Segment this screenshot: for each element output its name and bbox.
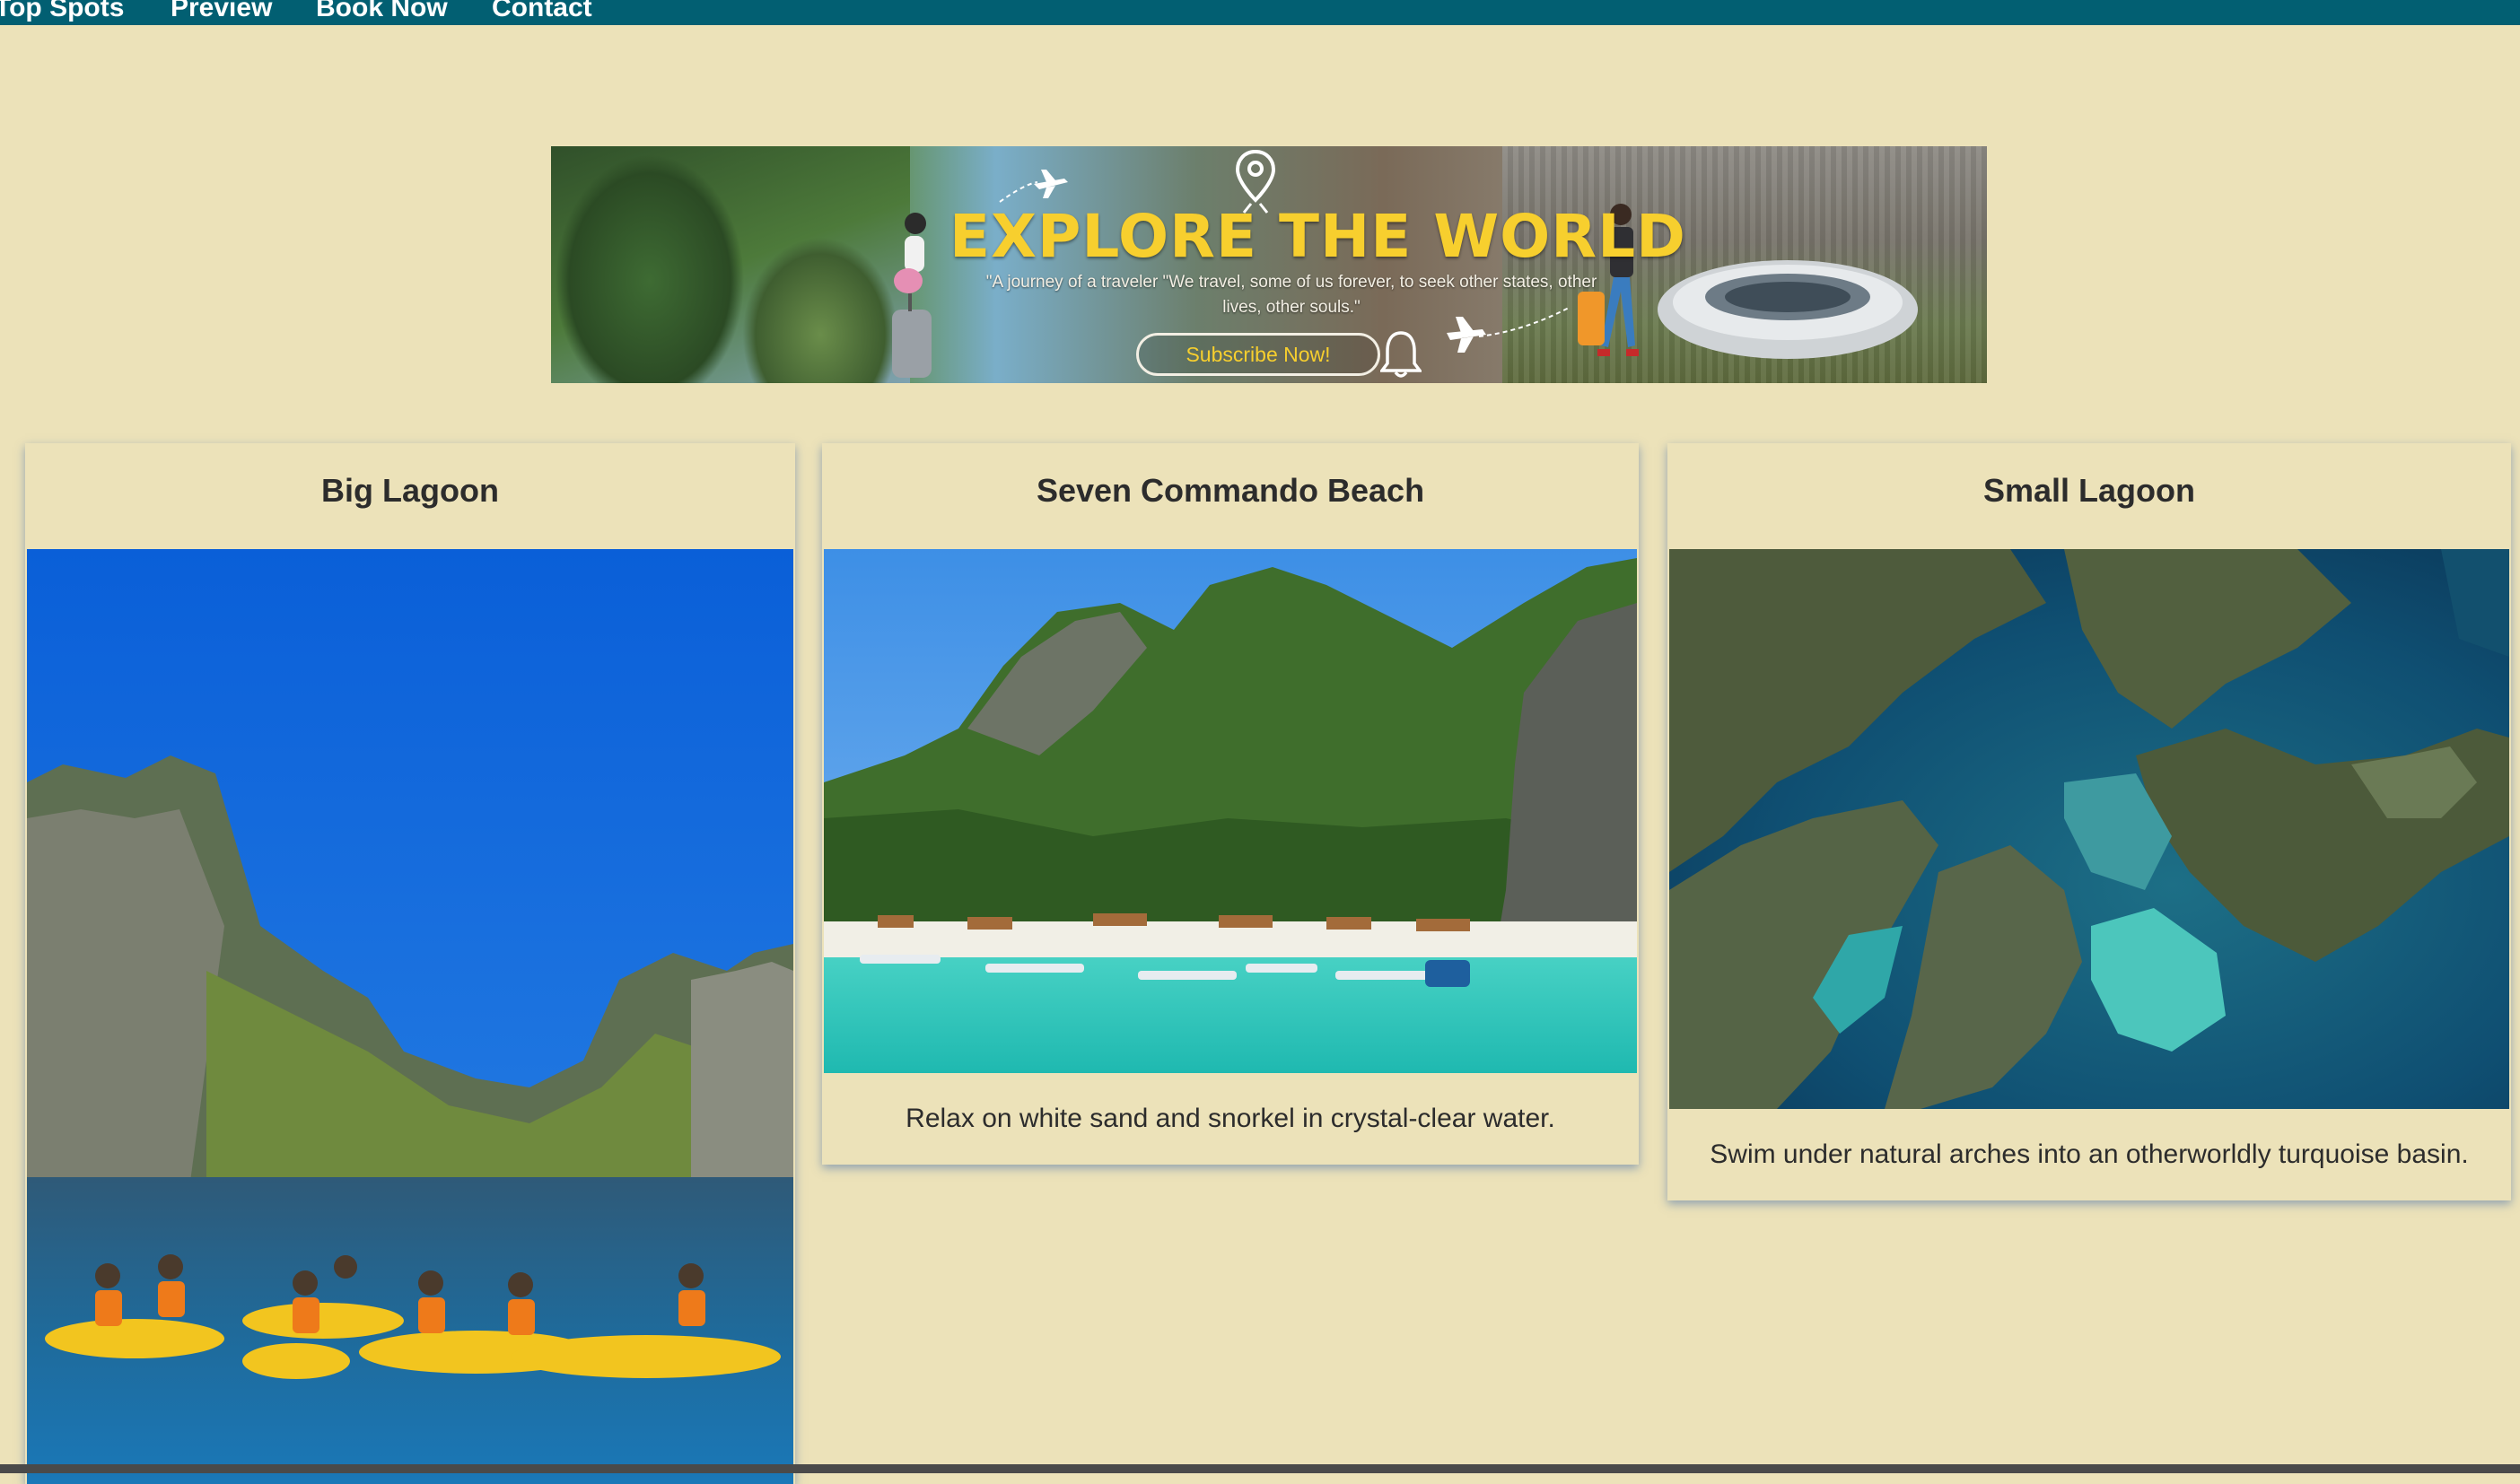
destination-card-small-lagoon[interactable]: Small Lagoon Swim under natural arches i… — [1667, 443, 2511, 1200]
banner-title: EXPLORE THE WORLD — [949, 202, 1686, 271]
destination-card-big-lagoon[interactable]: Big Lagoon — [25, 443, 795, 1484]
nav-link-book-now[interactable]: Book Now — [316, 0, 448, 23]
nav-link-top-spots[interactable]: Top Spots — [0, 0, 124, 23]
big-lagoon-photo — [27, 549, 793, 1484]
card-title: Small Lagoon — [1982, 472, 2196, 509]
destination-card-seven-commando-beach[interactable]: Seven Commando Beach Relax on white sand… — [822, 443, 1639, 1165]
card-description: Relax on white sand and snorkel in cryst… — [906, 1104, 1555, 1133]
nav-link-preview[interactable]: Preview — [171, 0, 272, 23]
top-nav: Top Spots Preview Book Now Contact — [0, 0, 2520, 25]
window-bottom-edge — [0, 1464, 2520, 1473]
banner-quote: "A journey of a traveler "We travel, som… — [985, 273, 1597, 317]
nav-link-contact[interactable]: Contact — [492, 0, 592, 23]
subscribe-button[interactable]: Subscribe Now! — [1136, 333, 1380, 376]
stadium-illustration — [1658, 260, 1918, 359]
traveler-woman-illustration — [892, 213, 932, 378]
card-description: Swim under natural arches into an otherw… — [1710, 1139, 2469, 1169]
card-title: Big Lagoon — [321, 472, 499, 509]
card-title: Seven Commando Beach — [1036, 472, 1425, 509]
bell-icon[interactable] — [1380, 329, 1422, 380]
banner-cliff-image — [551, 146, 910, 383]
seven-commando-beach-photo — [824, 549, 1637, 1073]
small-lagoon-photo — [1669, 549, 2509, 1109]
explore-banner: EXPLORE THE WORLD "A journey of a travel… — [551, 146, 1987, 383]
airplane-icon — [999, 170, 1068, 203]
